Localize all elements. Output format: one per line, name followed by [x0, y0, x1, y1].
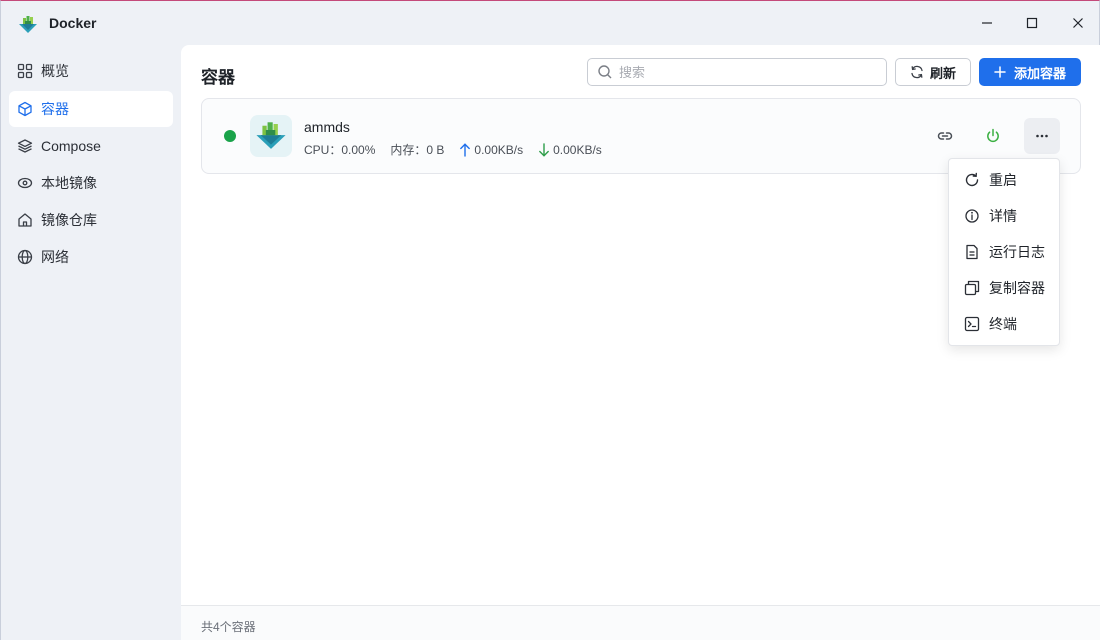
grid-icon [17, 63, 33, 79]
cube-icon [17, 101, 33, 117]
menu-item-label: 重启 [989, 172, 1017, 188]
title-bar: Docker [1, 1, 1100, 45]
app-window: Docker 概览 容器 Compose 本地镜像 镜像仓库 网络 容器 搜索 … [0, 0, 1100, 640]
restart-icon [964, 172, 980, 188]
menu-item-restart[interactable]: 重启 [949, 164, 1059, 196]
sidebar-item-label: 容器 [41, 101, 69, 117]
disk-icon [17, 175, 33, 191]
menu-item-label: 复制容器 [989, 280, 1045, 296]
main-panel: 容器 刷新 添加容器 [181, 45, 1100, 640]
sidebar-item-label: 本地镜像 [41, 175, 97, 191]
arrow-up-icon [460, 142, 471, 157]
refresh-button[interactable]: 刷新 [895, 58, 971, 86]
page-title: 容器 [201, 68, 235, 87]
menu-item-logs[interactable]: 运行日志 [949, 236, 1059, 268]
refresh-icon [911, 65, 923, 79]
menu-item-details[interactable]: 详情 [949, 200, 1059, 232]
memory-label: 内存： [390, 143, 427, 157]
menu-item-label: 详情 [989, 208, 1017, 224]
menu-item-copy-container[interactable]: 复制容器 [949, 272, 1059, 304]
sidebar-item-compose[interactable]: Compose [9, 128, 173, 164]
memory-stat: 内存： 0 B [390, 141, 444, 158]
sidebar-item-network[interactable]: 网络 [9, 239, 173, 275]
container-stats: CPU： 0.00% 内存： 0 B 0.00KB/s 0.00KB/s [304, 141, 617, 158]
cpu-label: CPU： [304, 143, 342, 157]
container-logo-icon [250, 115, 292, 157]
add-container-button[interactable]: 添加容器 [979, 58, 1081, 86]
close-button[interactable] [1060, 7, 1096, 39]
minimize-icon [982, 22, 992, 24]
status-running-indicator [224, 130, 236, 142]
more-actions-button[interactable] [1024, 118, 1060, 154]
link-icon [937, 132, 953, 140]
power-button[interactable] [975, 118, 1011, 154]
menu-item-label: 运行日志 [989, 244, 1045, 260]
layers-icon [17, 138, 33, 154]
log-file-icon [964, 244, 980, 260]
open-link-button[interactable] [927, 118, 963, 154]
container-name: ammds [304, 119, 350, 135]
sidebar-item-label: 网络 [41, 249, 69, 265]
info-icon [964, 208, 980, 224]
sidebar-item-local-images[interactable]: 本地镜像 [9, 165, 173, 201]
terminal-icon [964, 316, 980, 332]
close-icon [1073, 18, 1083, 28]
sidebar-item-image-registry[interactable]: 镜像仓库 [9, 202, 173, 238]
cpu-stat: CPU： 0.00% [304, 141, 375, 158]
sidebar-item-containers[interactable]: 容器 [9, 91, 173, 127]
app-title: Docker [49, 15, 97, 31]
maximize-button[interactable] [1014, 7, 1050, 39]
search-input[interactable] [619, 64, 869, 80]
globe-icon [17, 249, 33, 265]
container-actions-menu: 重启 详情 运行日志 复制容器 终端 [948, 158, 1060, 346]
menu-item-label: 终端 [989, 316, 1017, 332]
maximize-icon [1026, 17, 1038, 29]
download-stat: 0.00KB/s [538, 143, 602, 157]
plus-icon [994, 66, 1006, 78]
arrow-down-icon [539, 142, 550, 157]
search-box[interactable] [587, 58, 887, 86]
home-icon [17, 212, 33, 228]
memory-value: 0 B [426, 142, 445, 157]
minimize-button[interactable] [969, 7, 1005, 39]
sidebar-item-label: 概览 [41, 63, 69, 79]
menu-item-terminal[interactable]: 终端 [949, 308, 1059, 340]
container-count: 共4个容器 [201, 620, 256, 634]
cpu-value: 0.00% [341, 142, 376, 157]
sidebar-item-label: 镜像仓库 [41, 212, 97, 228]
upload-stat: 0.00KB/s [459, 143, 523, 157]
footer-bar: 共4个容器 [181, 605, 1100, 640]
sidebar-item-overview[interactable]: 概览 [9, 53, 173, 89]
more-dots-icon [1036, 134, 1048, 138]
search-icon [597, 64, 613, 80]
download-rate: 0.00KB/s [553, 142, 602, 157]
docker-logo-icon [17, 13, 39, 35]
copy-icon [964, 280, 980, 296]
add-container-label: 添加容器 [1013, 65, 1066, 81]
sidebar-item-label: Compose [41, 138, 101, 154]
upload-rate: 0.00KB/s [474, 142, 524, 157]
power-icon [987, 128, 999, 143]
refresh-label: 刷新 [929, 65, 956, 81]
